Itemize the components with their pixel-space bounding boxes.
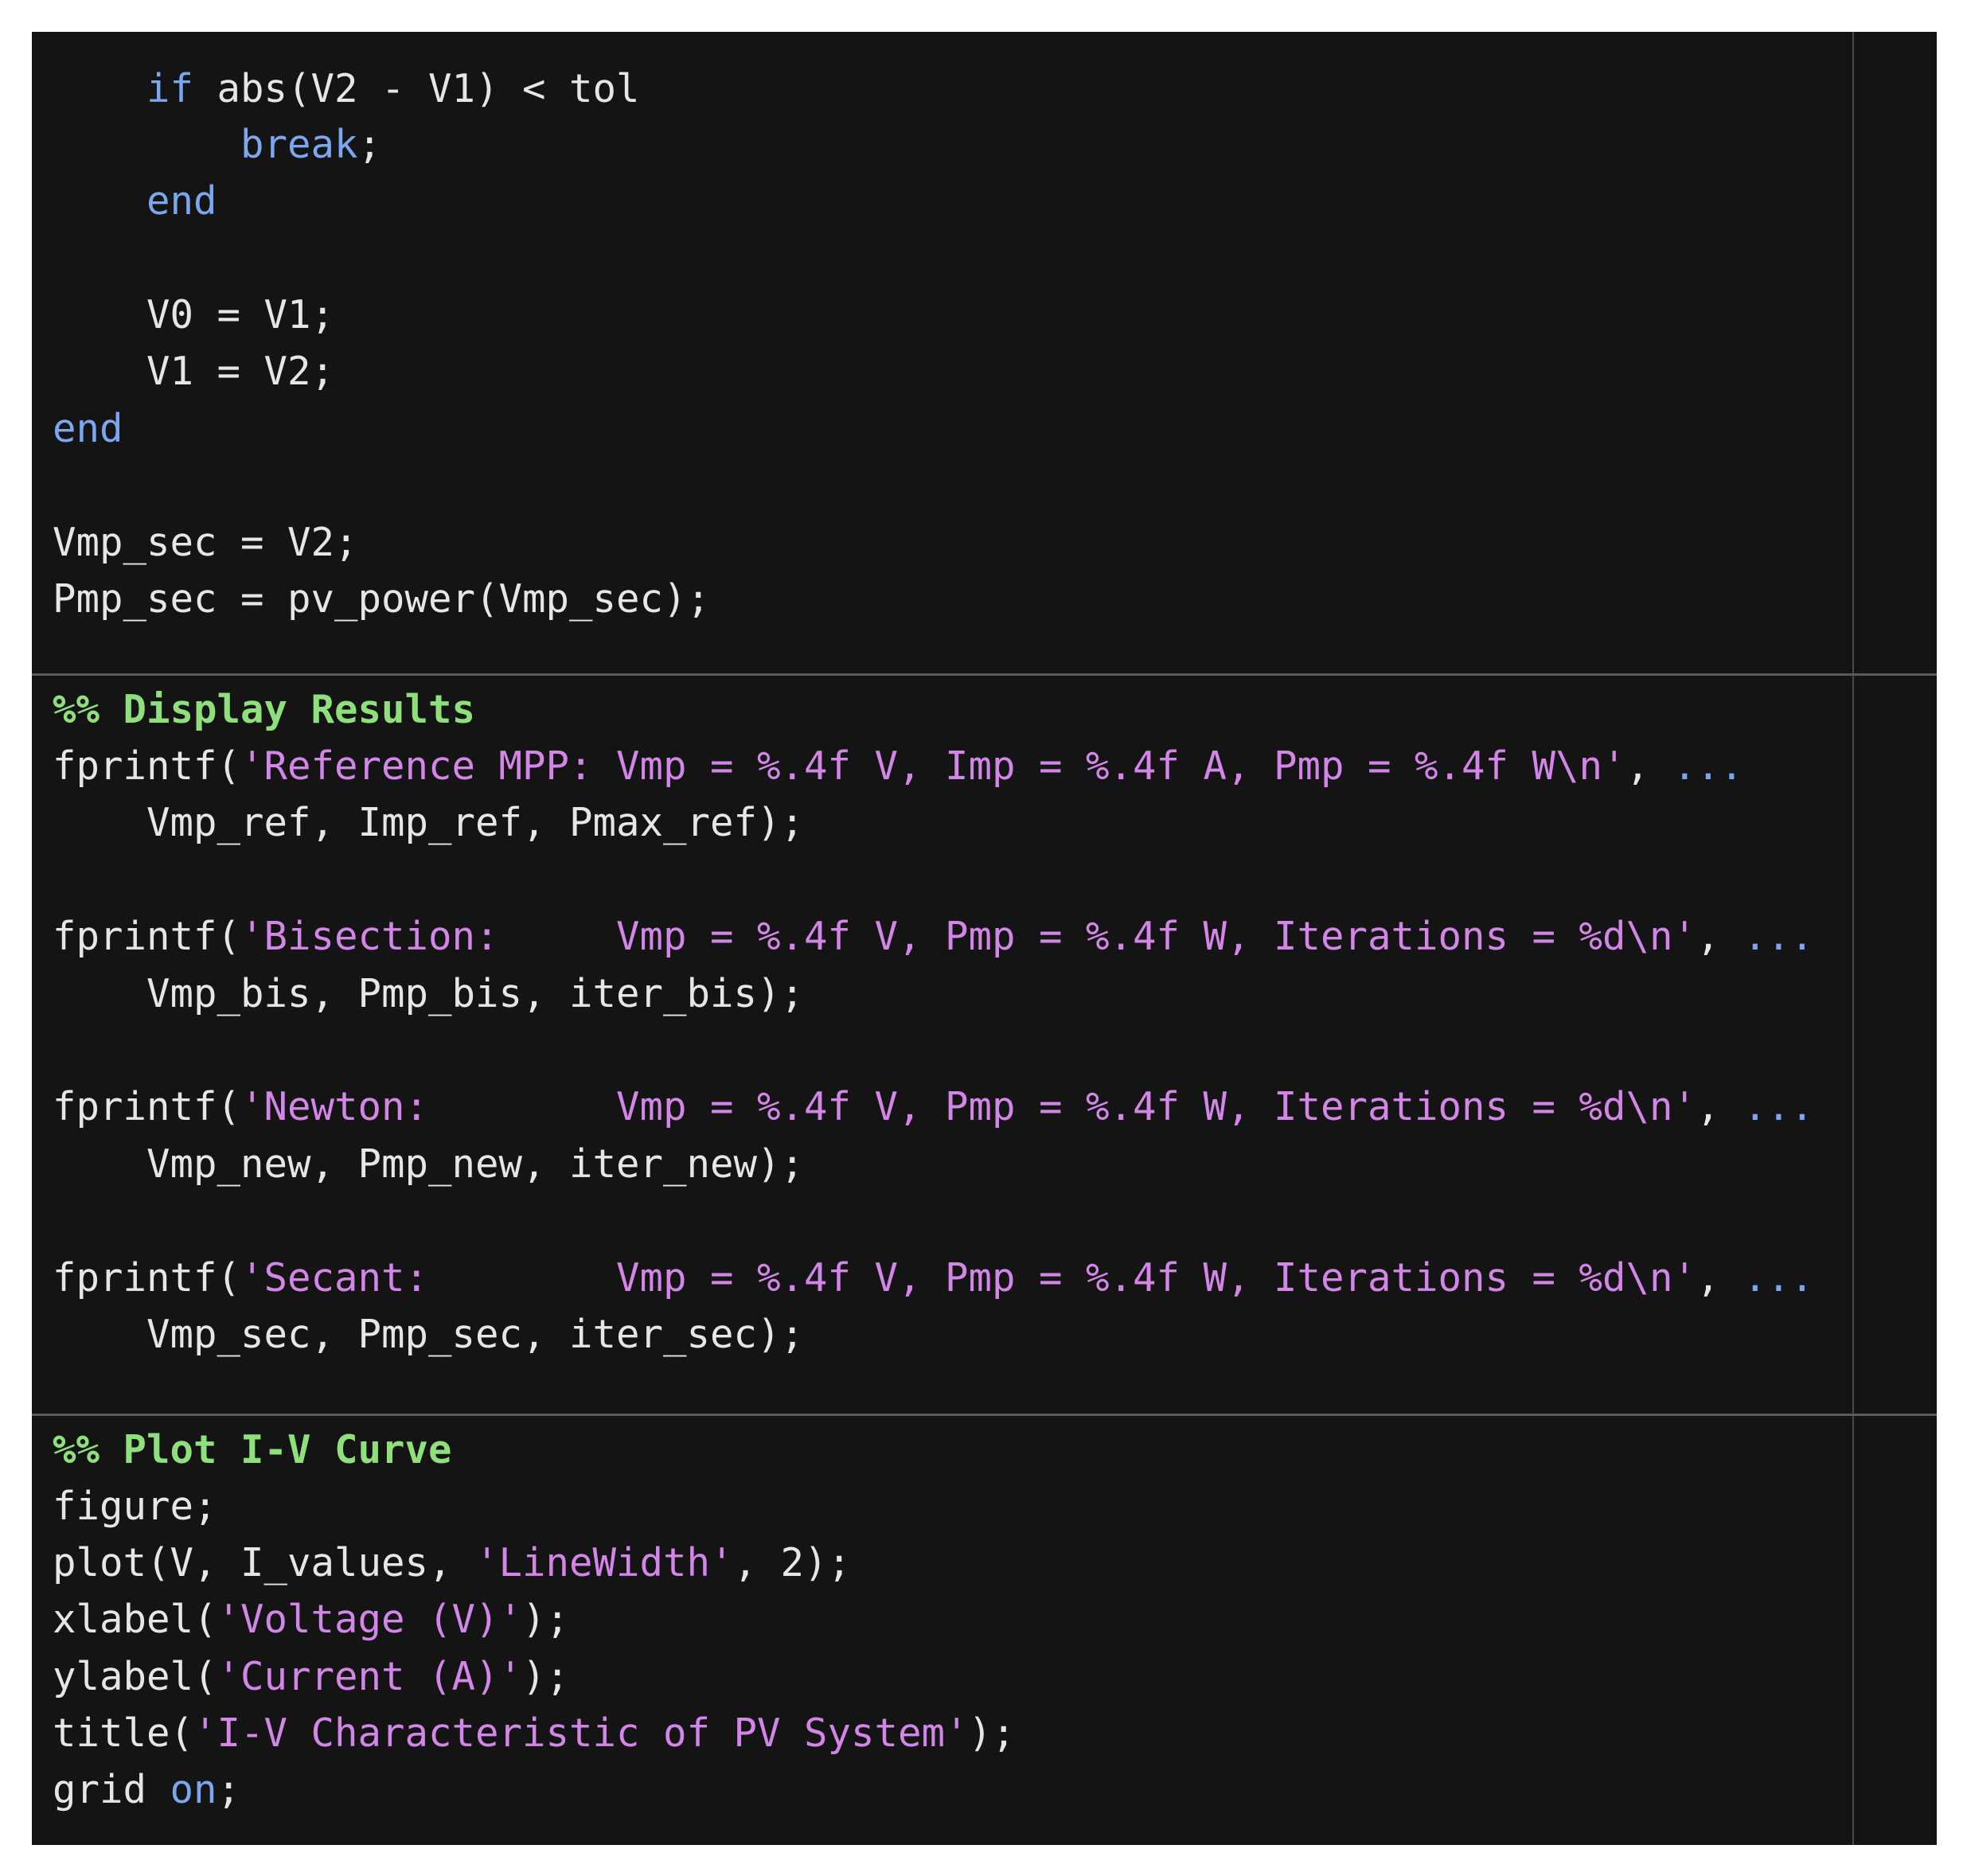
code-token-string: 'Bisection: Vmp = %.4f V, Pmp = %.4f W, …: [240, 914, 1697, 959]
code-token-keyword: ...: [1743, 914, 1814, 959]
code-token-plain: ,: [1696, 914, 1744, 959]
code-line: Vmp_ref, Imp_ref, Pmax_ref);: [53, 799, 804, 847]
code-token-string: 'Voltage (V)': [217, 1597, 523, 1642]
code-token-plain: grid: [53, 1767, 170, 1812]
code-token-plain: ,: [1625, 743, 1673, 789]
code-token-string: 'I-V Characteristic of PV System': [193, 1710, 969, 1756]
code-token-plain: , 2);: [733, 1540, 852, 1585]
code-token-plain: plot(V, I_values,: [53, 1540, 476, 1585]
code-token-plain: fprintf(: [53, 1255, 241, 1301]
code-token-plain: abs(V2 - V1) < tol: [193, 66, 640, 111]
code-token-plain: Vmp_bis, Pmp_bis, iter_bis);: [53, 971, 805, 1016]
code-line: V0 = V1;: [53, 291, 334, 339]
code-line: title('I-V Characteristic of PV System')…: [53, 1710, 1016, 1757]
code-token-string: 'Current (A)': [217, 1654, 523, 1699]
code-token-string: 'Newton: Vmp = %.4f V, Pmp = %.4f W, Ite…: [240, 1084, 1697, 1129]
code-token-plain: Vmp_sec, Pmp_sec, iter_sec);: [53, 1312, 805, 1357]
code-line: V1 = V2;: [53, 348, 334, 396]
code-editor[interactable]: if abs(V2 - V1) < tol break; end V0 = V1…: [32, 32, 1937, 1845]
code-token-keyword: break: [240, 122, 358, 167]
code-token-plain: xlabel(: [53, 1597, 217, 1642]
code-line: if abs(V2 - V1) < tol: [53, 65, 640, 113]
code-token-plain: );: [522, 1654, 570, 1699]
code-line: ylabel('Current (A)');: [53, 1653, 569, 1701]
code-token-plain: V1 = V2;: [53, 349, 335, 394]
code-token-keyword: ...: [1672, 743, 1744, 789]
code-line: %% Plot I-V Curve: [53, 1426, 452, 1474]
code-token-plain: fprintf(: [53, 743, 241, 789]
editor-right-gutter: [1852, 32, 1854, 1845]
code-token-comment: %% Display Results: [53, 687, 476, 732]
code-line: fprintf('Bisection: Vmp = %.4f V, Pmp = …: [53, 913, 1814, 961]
code-token-plain: ;: [217, 1767, 241, 1812]
code-token-keyword: ...: [1743, 1084, 1814, 1129]
code-token-plain: );: [522, 1597, 570, 1642]
code-line: Pmp_sec = pv_power(Vmp_sec);: [53, 575, 710, 623]
code-token-comment: %% Plot I-V Curve: [53, 1427, 452, 1472]
code-token-keyword: on: [170, 1767, 217, 1812]
code-line: Vmp_new, Pmp_new, iter_new);: [53, 1141, 804, 1188]
code-token-plain: ;: [357, 122, 382, 167]
code-line: fprintf('Newton: Vmp = %.4f V, Pmp = %.4…: [53, 1083, 1814, 1131]
code-line: plot(V, I_values, 'LineWidth', 2);: [53, 1539, 851, 1587]
code-line: Vmp_bis, Pmp_bis, iter_bis);: [53, 970, 804, 1018]
code-token-string: 'Secant: Vmp = %.4f V, Pmp = %.4f W, Ite…: [240, 1255, 1697, 1301]
code-token-plain: fprintf(: [53, 1084, 241, 1129]
code-token-keyword: if: [146, 66, 194, 111]
code-line: Vmp_sec, Pmp_sec, iter_sec);: [53, 1311, 804, 1359]
code-token-keyword: end: [53, 406, 123, 451]
code-line: end: [53, 177, 217, 225]
code-line: xlabel('Voltage (V)');: [53, 1596, 569, 1644]
code-line: fprintf('Reference MPP: Vmp = %.4f V, Im…: [53, 743, 1743, 790]
code-token-plain: );: [968, 1710, 1016, 1756]
code-token-plain: Vmp_sec = V2;: [53, 520, 358, 565]
code-token-string: 'Reference MPP: Vmp = %.4f V, Imp = %.4f…: [240, 743, 1626, 789]
code-token-keyword: end: [146, 178, 217, 224]
code-token-plain: V0 = V1;: [53, 292, 335, 337]
code-token-plain: title(: [53, 1710, 194, 1756]
code-token-plain: Vmp_new, Pmp_new, iter_new);: [53, 1141, 805, 1187]
code-line: figure;: [53, 1483, 217, 1531]
code-line: %% Display Results: [53, 686, 475, 734]
code-token-plain: Pmp_sec = pv_power(Vmp_sec);: [53, 576, 711, 622]
section-divider-display-results: [32, 673, 1937, 676]
code-line: break;: [53, 121, 381, 169]
code-token-plain: ylabel(: [53, 1654, 217, 1699]
code-token-plain: fprintf(: [53, 914, 241, 959]
code-line: grid on;: [53, 1766, 240, 1814]
code-token-string: 'LineWidth': [475, 1540, 734, 1585]
code-token-plain: figure;: [53, 1484, 217, 1529]
section-divider-plot: [32, 1414, 1937, 1416]
code-line: end: [53, 405, 123, 453]
code-token-plain: ,: [1696, 1255, 1744, 1301]
code-line: Vmp_sec = V2;: [53, 519, 358, 567]
code-token-keyword: ...: [1743, 1255, 1814, 1301]
code-token-plain: Vmp_ref, Imp_ref, Pmax_ref);: [53, 800, 805, 845]
code-token-plain: ,: [1696, 1084, 1744, 1129]
code-line: fprintf('Secant: Vmp = %.4f V, Pmp = %.4…: [53, 1254, 1814, 1302]
